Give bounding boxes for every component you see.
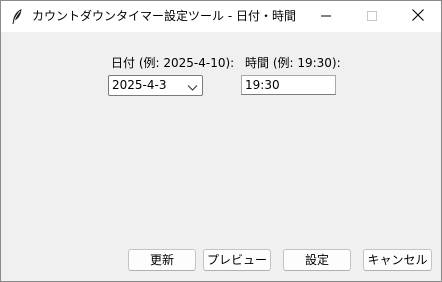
settings-button[interactable]: 設定 [283, 249, 351, 271]
title-bar[interactable]: カウントダウンタイマー設定ツール - 日付・時間 [1, 1, 441, 32]
feather-icon [10, 8, 24, 25]
app-window: カウントダウンタイマー設定ツール - 日付・時間 日付 (例: 2025-4-1… [0, 0, 442, 282]
maximize-button[interactable] [349, 1, 395, 32]
chevron-down-icon[interactable] [187, 81, 198, 91]
minimize-icon [321, 10, 331, 24]
close-button[interactable] [395, 1, 441, 32]
update-button[interactable]: 更新 [128, 249, 196, 271]
time-field-value: 19:30 [245, 78, 280, 92]
date-combobox[interactable]: 2025-4-3 [108, 75, 203, 96]
cancel-button[interactable]: キャンセル [363, 249, 432, 271]
time-field[interactable]: 19:30 [241, 75, 336, 95]
preview-button[interactable]: プレビュー [203, 249, 271, 271]
date-combobox-value: 2025-4-3 [112, 78, 167, 92]
date-label: 日付 (例: 2025-4-10): [111, 56, 235, 70]
time-label: 時間 (例: 19:30): [245, 56, 341, 70]
close-icon [412, 9, 424, 24]
window-title: カウントダウンタイマー設定ツール - 日付・時間 [32, 9, 296, 23]
maximize-icon [367, 10, 377, 24]
minimize-button[interactable] [303, 1, 349, 32]
